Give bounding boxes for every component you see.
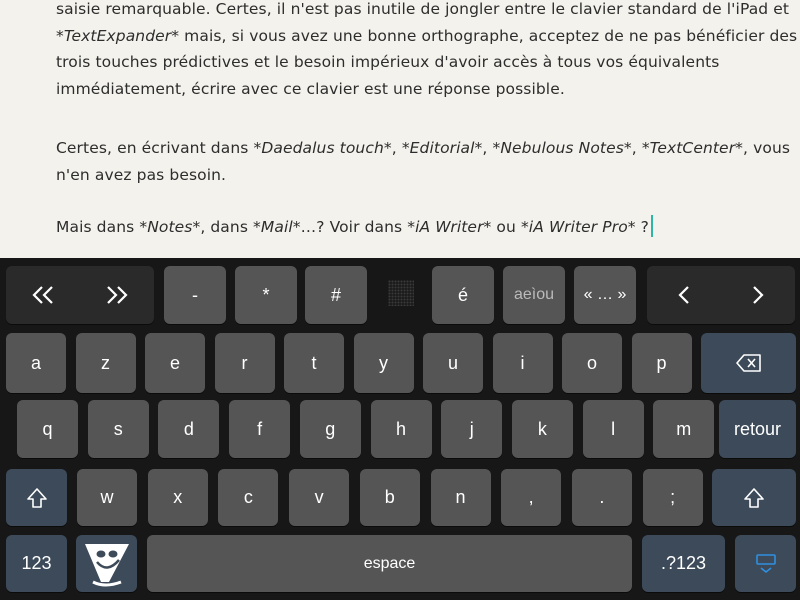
italic-text: *Notes*: [139, 218, 201, 236]
symbols-key[interactable]: .?123: [642, 535, 725, 592]
text-run: ,: [391, 139, 402, 157]
text-line: trois touches prédictives et le besoin i…: [56, 49, 786, 76]
key-i[interactable]: i: [492, 333, 553, 393]
key-k[interactable]: k: [511, 400, 573, 458]
text-line: Certes, en écrivant dans *Daedalus touch…: [56, 135, 790, 162]
chevron-left-icon: [678, 286, 689, 304]
key-m[interactable]: m: [653, 400, 715, 458]
word-forward-key[interactable]: [80, 266, 154, 324]
key-z[interactable]: z: [75, 333, 136, 393]
key-comma[interactable]: ,: [501, 469, 562, 526]
return-key[interactable]: retour: [719, 400, 796, 458]
text-line: n'en avez pas besoin.: [56, 162, 786, 189]
key-u[interactable]: u: [423, 333, 483, 393]
arrow-left-key[interactable]: [647, 266, 721, 324]
text-run: ,: [631, 139, 642, 157]
text-editor[interactable]: saisie remarquable. Certes, il n'est pas…: [0, 0, 800, 258]
key-semicolon[interactable]: ;: [642, 469, 703, 526]
key-a[interactable]: a: [6, 333, 66, 393]
text-run: Certes, en écrivant dans: [56, 139, 254, 157]
text-line: Mais dans *Notes*, dans *Mail*…? Voir da…: [56, 214, 786, 241]
shift-icon: [26, 487, 47, 508]
text-line: saisie remarquable. Certes, il n'est pas…: [56, 0, 790, 23]
text-run: immédiatement, écrire avec ce clavier es…: [56, 79, 565, 98]
cursor-navigation-key: [647, 266, 795, 324]
key-w[interactable]: w: [77, 469, 137, 526]
italic-text: *iA Writer Pro*: [520, 218, 636, 236]
shift-key-right[interactable]: [712, 469, 796, 526]
italic-text: *TextExpander*: [56, 26, 180, 45]
paragraph: saisie remarquable. Certes, il n'est pas…: [56, 0, 797, 103]
drag-handle[interactable]: [388, 280, 414, 306]
key-j[interactable]: j: [441, 400, 503, 458]
space-key[interactable]: espace: [147, 535, 632, 592]
italic-text: *Mail*: [253, 218, 301, 236]
accents-key[interactable]: aeìou: [503, 266, 565, 324]
text-run: , dans: [200, 218, 254, 236]
text-run: saisie remarquable. Certes, il n'est pas…: [56, 0, 790, 18]
keyboard: - * # é aeìou « … » azertyuiop qsdfghjkl…: [0, 258, 800, 600]
key-c[interactable]: c: [218, 469, 279, 526]
backspace-key[interactable]: [701, 333, 796, 393]
chevron-right-icon: [753, 286, 764, 304]
key-period[interactable]: .: [571, 469, 632, 526]
app-logo-icon: [84, 543, 129, 586]
key-s[interactable]: s: [87, 400, 149, 458]
text-line: *TextExpander* mais, si vous avez une bo…: [56, 23, 797, 50]
text-run: trois touches prédictives et le besoin i…: [56, 53, 720, 71]
quotes-key[interactable]: « … »: [574, 266, 636, 324]
italic-text: *Editorial*: [401, 139, 483, 157]
text-cursor: [651, 215, 653, 237]
dismiss-keyboard-key[interactable]: [735, 535, 796, 592]
key-n[interactable]: n: [430, 469, 491, 526]
text-run: ou: [491, 218, 521, 236]
text-run: …? Voir dans: [300, 218, 408, 236]
text-run: ?: [635, 218, 649, 236]
paragraph: Certes, en écrivant dans *Daedalus touch…: [56, 135, 790, 189]
hide-keyboard-icon: [755, 553, 776, 573]
e-acute-key[interactable]: é: [432, 266, 494, 324]
shift-icon: [744, 487, 764, 508]
italic-text: *Nebulous Notes*: [492, 139, 632, 157]
paragraph: Mais dans *Notes*, dans *Mail*…? Voir da…: [56, 214, 786, 241]
text-line: immédiatement, écrire avec ce clavier es…: [56, 76, 786, 103]
asterisk-key[interactable]: *: [235, 266, 297, 324]
double-chevron-right-icon: [107, 286, 128, 304]
double-chevron-left-icon: [32, 286, 53, 304]
italic-text: *iA Writer*: [407, 218, 492, 236]
key-r[interactable]: r: [214, 333, 275, 393]
text-run: , vous: [743, 139, 791, 157]
text-run: Mais dans: [56, 218, 140, 236]
key-x[interactable]: x: [147, 469, 208, 526]
word-navigation-key: [6, 266, 154, 324]
hash-key[interactable]: #: [305, 266, 367, 324]
arrow-right-key[interactable]: [721, 266, 795, 324]
key-l[interactable]: l: [582, 400, 644, 458]
app-logo-key[interactable]: [76, 535, 137, 592]
key-f[interactable]: f: [229, 400, 291, 458]
key-p[interactable]: p: [631, 333, 692, 393]
text-run: n'en avez pas besoin.: [56, 165, 227, 184]
italic-text: *Daedalus touch*: [253, 139, 392, 157]
key-o[interactable]: o: [562, 333, 622, 393]
word-back-key[interactable]: [6, 266, 80, 324]
key-d[interactable]: d: [158, 400, 220, 458]
key-h[interactable]: h: [370, 400, 432, 458]
shift-key-left[interactable]: [6, 469, 67, 526]
text-run: ,: [482, 139, 493, 157]
key-t[interactable]: t: [284, 333, 344, 393]
numbers-key[interactable]: 123: [6, 535, 67, 592]
text-run: mais, si vous avez une bonne orthographe…: [179, 26, 798, 45]
key-y[interactable]: y: [353, 333, 414, 393]
key-e[interactable]: e: [145, 333, 205, 393]
key-b[interactable]: b: [359, 469, 420, 526]
dash-key[interactable]: -: [164, 266, 226, 324]
italic-text: *TextCenter*: [641, 139, 744, 157]
backspace-icon: [735, 354, 761, 372]
key-v[interactable]: v: [289, 469, 350, 526]
key-g[interactable]: g: [299, 400, 361, 458]
key-q[interactable]: q: [17, 400, 78, 458]
